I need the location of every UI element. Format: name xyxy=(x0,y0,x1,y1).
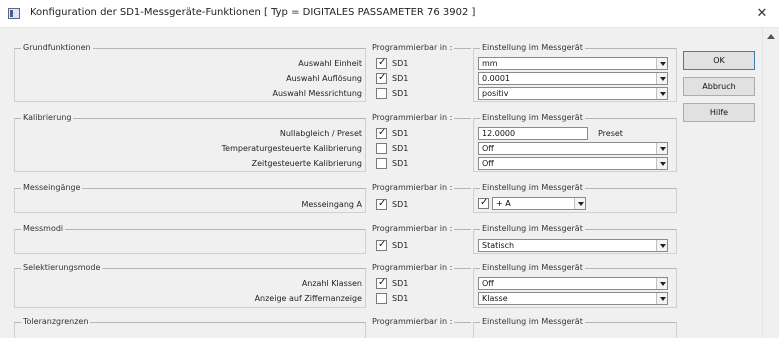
select-value: Off xyxy=(482,279,494,288)
window-app-icon xyxy=(8,8,20,19)
dropdown-arrow-icon[interactable] xyxy=(574,198,585,209)
dropdown-arrow-icon[interactable] xyxy=(656,143,667,154)
checkbox-sd1-aufloesung[interactable] xyxy=(376,72,387,84)
select-value: mm xyxy=(482,59,498,68)
select-zeit-kalibrierung[interactable]: Off xyxy=(478,157,668,170)
prog-header-label: Programmierbar in : xyxy=(371,43,455,53)
select-messrichtung[interactable]: positiv xyxy=(478,87,668,100)
prog-header-label: Programmierbar in : xyxy=(371,183,455,193)
select-messmodus[interactable]: Statisch xyxy=(478,239,668,252)
dropdown-arrow-icon[interactable] xyxy=(656,158,667,169)
sd1-label: SD1 xyxy=(392,200,409,209)
dropdown-arrow-icon[interactable] xyxy=(656,73,667,84)
row-label-messrichtung: Auswahl Messrichtung xyxy=(272,89,363,98)
close-button[interactable]: ✕ xyxy=(752,5,772,23)
scroll-up-arrow-icon[interactable] xyxy=(767,34,775,39)
row-label-zeit-kalibrierung: Zeitgesteuerte Kalibrierung xyxy=(251,159,362,168)
checkbox-sd1-einheit[interactable] xyxy=(376,57,387,69)
section-title: Messmodi xyxy=(21,224,66,234)
einst-box-toleranzgrenzen: Einstellung im Messgerät xyxy=(473,317,677,338)
sd1-label: SD1 xyxy=(392,59,409,68)
hilfe-button[interactable]: Hilfe xyxy=(683,103,755,122)
select-value: Klasse xyxy=(482,294,508,303)
prog-header-label: Programmierbar in : xyxy=(371,113,455,123)
dropdown-arrow-icon[interactable] xyxy=(656,58,667,69)
select-einheit[interactable]: mm xyxy=(478,57,668,70)
select-value: Statisch xyxy=(482,241,515,250)
einst-header-label: Einstellung im Messgerät xyxy=(480,113,585,123)
sd1-label: SD1 xyxy=(392,129,409,138)
checkbox-sd1-messeingang-a[interactable] xyxy=(376,198,387,210)
prog-header-label: Programmierbar in : xyxy=(371,224,455,234)
select-value: Off xyxy=(482,159,494,168)
row-label-messeingang-a: Messeingang A xyxy=(301,200,362,209)
section-messmodi: Messmodi xyxy=(14,224,366,254)
select-value: + A xyxy=(496,199,511,208)
einst-header-label: Einstellung im Messgerät xyxy=(480,263,585,273)
select-temp-kalibrierung[interactable]: Off xyxy=(478,142,668,155)
window-title: Konfiguration der SD1-Messgeräte-Funktio… xyxy=(30,7,476,18)
einst-header-label: Einstellung im Messgerät xyxy=(480,43,585,53)
einst-header-label: Einstellung im Messgerät xyxy=(480,183,585,193)
title-bar: Konfiguration der SD1-Messgeräte-Funktio… xyxy=(0,0,779,28)
checkbox-sd1-ziffernanzeige[interactable] xyxy=(376,293,387,304)
section-title: Kalibrierung xyxy=(21,113,74,123)
select-value: 0.0001 xyxy=(482,74,510,83)
prog-header-label: Programmierbar in : xyxy=(371,317,455,327)
select-messeingang[interactable]: + A xyxy=(492,197,586,210)
row-label-nullabgleich: Nullabgleich / Preset xyxy=(279,129,362,138)
row-label-einheit: Auswahl Einheit xyxy=(298,59,362,68)
sd1-label: SD1 xyxy=(392,74,409,83)
row-label-temp-kalibrierung: Temperaturgesteuerte Kalibrierung xyxy=(221,144,362,153)
input-preset-value[interactable]: 12.0000 xyxy=(478,127,588,140)
select-value: Off xyxy=(482,144,494,153)
sd1-label: SD1 xyxy=(392,144,409,153)
prog-header-toleranzgrenzen: Programmierbar in : xyxy=(371,317,471,338)
sd1-label: SD1 xyxy=(392,294,409,303)
sd1-label: SD1 xyxy=(392,279,409,288)
checkbox-sd1-messrichtung[interactable] xyxy=(376,88,387,99)
select-anzahl-klassen[interactable]: Off xyxy=(478,277,668,290)
ok-button[interactable]: OK xyxy=(683,51,755,70)
row-label-aufloesung: Auswahl Auflösung xyxy=(286,74,362,83)
row-label-ziffernanzeige: Anzeige auf Ziffernanzeige xyxy=(254,294,362,303)
checkbox-sd1-zeit-kalibrierung[interactable] xyxy=(376,158,387,169)
dropdown-arrow-icon[interactable] xyxy=(656,88,667,99)
einst-header-label: Einstellung im Messgerät xyxy=(480,224,585,234)
prog-header-label: Programmierbar in : xyxy=(371,263,455,273)
checkbox-sd1-nullabgleich[interactable] xyxy=(376,127,387,139)
checkbox-messeingang-enabled[interactable] xyxy=(478,197,489,209)
sd1-label: SD1 xyxy=(392,89,409,98)
checkbox-sd1-anzahl-klassen[interactable] xyxy=(376,277,387,289)
section-title: Messeingänge xyxy=(21,183,83,193)
section-title: Grundfunktionen xyxy=(21,43,93,53)
checkbox-sd1-messmodus[interactable] xyxy=(376,239,387,251)
select-ziffernanzeige[interactable]: Klasse xyxy=(478,292,668,305)
preset-label: Preset xyxy=(598,129,623,138)
select-aufloesung[interactable]: 0.0001 xyxy=(478,72,668,85)
vertical-scrollbar[interactable] xyxy=(762,28,779,338)
sd1-label: SD1 xyxy=(392,159,409,168)
checkbox-sd1-temp-kalibrierung[interactable] xyxy=(376,143,387,154)
dropdown-arrow-icon[interactable] xyxy=(656,240,667,251)
section-title: Selektierungsmode xyxy=(21,263,103,273)
dropdown-arrow-icon[interactable] xyxy=(656,293,667,304)
section-toleranzgrenzen: Toleranzgrenzen xyxy=(14,317,366,338)
abbruch-button[interactable]: Abbruch xyxy=(683,77,755,96)
sd1-label: SD1 xyxy=(392,241,409,250)
einst-header-label: Einstellung im Messgerät xyxy=(480,317,585,327)
dropdown-arrow-icon[interactable] xyxy=(656,278,667,289)
row-label-anzahl-klassen: Anzahl Klassen xyxy=(301,279,362,288)
select-value: positiv xyxy=(482,89,509,98)
section-title: Toleranzgrenzen xyxy=(21,317,91,327)
